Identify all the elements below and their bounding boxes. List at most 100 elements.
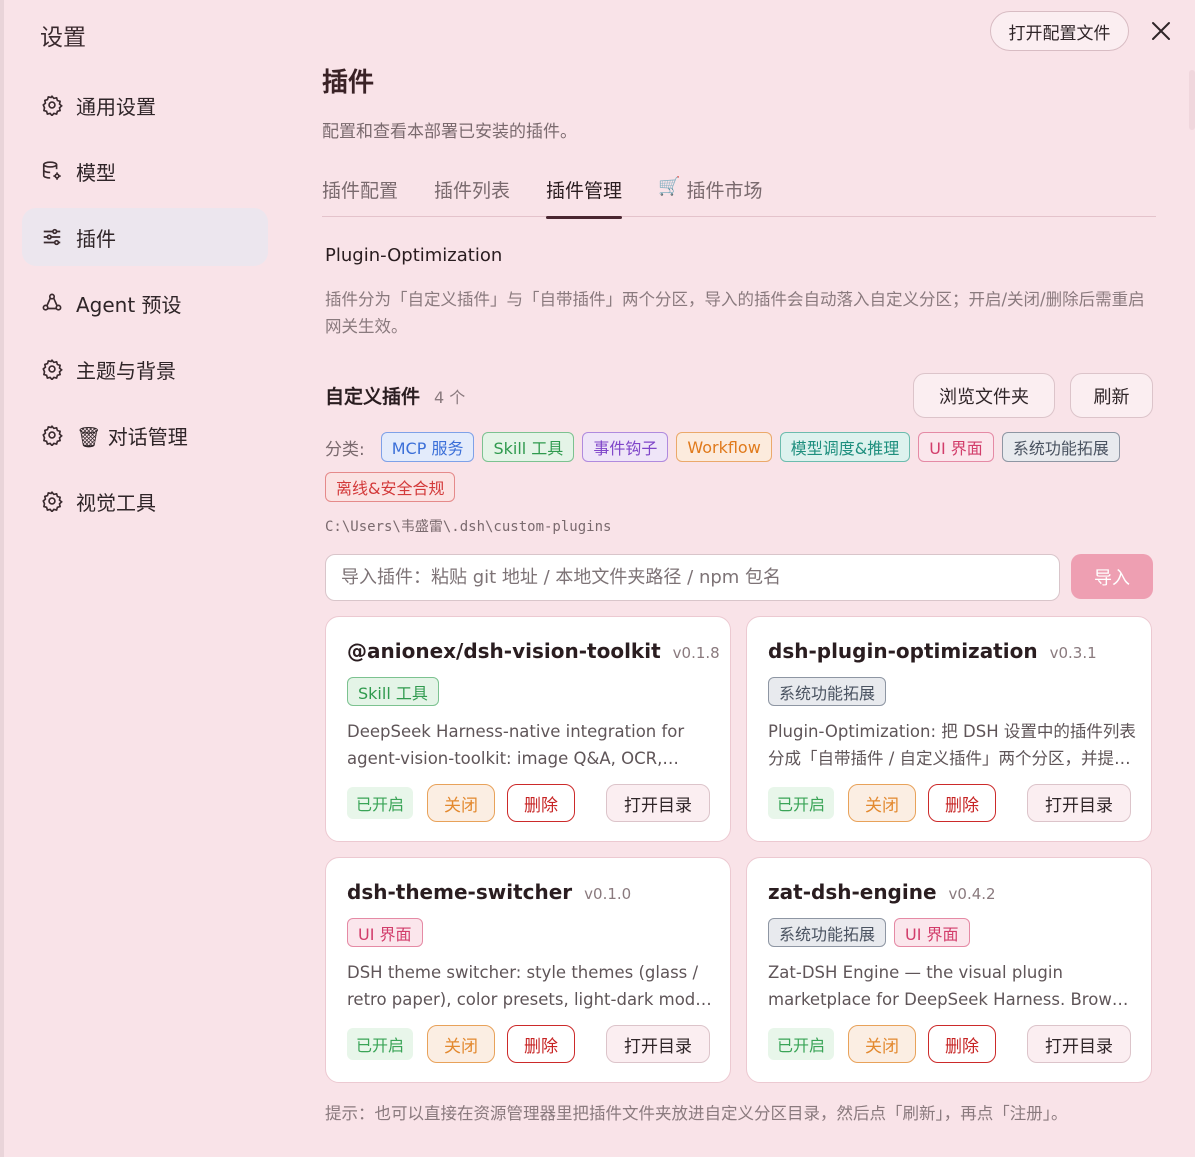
- plugin-description: Zat-DSH Engine — the visual plugin marke…: [768, 963, 1136, 1009]
- plugin-description: Plugin-Optimization: 把 DSH 设置中的插件列表分成「自带…: [768, 722, 1136, 768]
- sidebar-item-conversation[interactable]: 🗑 对话管理: [22, 406, 268, 464]
- category-chip-model-scheduling[interactable]: 模型调度&推理: [779, 432, 911, 462]
- plugin-tag: UI 界面: [894, 918, 970, 947]
- database-gear-icon: [40, 159, 64, 183]
- import-button[interactable]: 导入: [1071, 554, 1153, 599]
- plugin-card: zat-dsh-engine v0.4.2 系统功能拓展 UI 界面 Zat-D…: [746, 857, 1152, 1083]
- delete-button[interactable]: 删除: [507, 1025, 575, 1063]
- category-label: 分类:: [325, 439, 365, 460]
- plugin-card: @anionex/dsh-vision-toolkit v0.1.8 Skill…: [325, 616, 731, 842]
- cart-icon: 🛒: [658, 176, 681, 197]
- disable-button[interactable]: 关闭: [848, 784, 916, 822]
- disable-button[interactable]: 关闭: [427, 784, 495, 822]
- sidebar-item-label: Agent 预设: [76, 292, 182, 317]
- delete-button[interactable]: 删除: [507, 784, 575, 822]
- page-description: 配置和查看本部署已安装的插件。: [322, 122, 577, 142]
- plugin-card-header: zat-dsh-engine v0.4.2: [768, 880, 996, 904]
- open-directory-button[interactable]: 打开目录: [1027, 784, 1131, 822]
- plugin-actions: 已开启 关闭 删除 打开目录: [768, 1025, 1131, 1063]
- category-chip-hooks[interactable]: 事件钩子: [582, 432, 669, 462]
- plugin-tag: 系统功能拓展: [768, 918, 887, 947]
- category-chip-workflow[interactable]: Workflow: [676, 432, 772, 462]
- tab-label: 插件列表: [434, 180, 511, 202]
- plugin-version: v0.1.8: [672, 644, 720, 662]
- delete-button[interactable]: 删除: [928, 1025, 996, 1063]
- plugin-description: DSH theme switcher: style themes (glass …: [347, 963, 706, 1009]
- sidebar-item-theme[interactable]: 主题与背景: [22, 340, 268, 398]
- custom-plugins-title: 自定义插件: [325, 386, 421, 408]
- delete-button[interactable]: 删除: [928, 784, 996, 822]
- custom-plugins-count: 4 个: [434, 388, 466, 407]
- page-title: 插件: [322, 68, 375, 98]
- status-badge: 已开启: [768, 1028, 835, 1060]
- plugin-card-header: dsh-plugin-optimization v0.3.1: [768, 639, 1097, 663]
- category-chip-mcp[interactable]: MCP 服务: [380, 432, 475, 462]
- status-badge: 已开启: [347, 787, 414, 819]
- plugin-tag: 系统功能拓展: [768, 677, 887, 706]
- open-directory-button[interactable]: 打开目录: [606, 784, 710, 822]
- plugin-actions: 已开启 关闭 删除 打开目录: [768, 784, 1131, 822]
- gear-icon: [40, 489, 64, 513]
- section-description: 插件分为「自定义插件」与「自带插件」两个分区，导入的插件会自动落入自定义分区；开…: [325, 290, 1145, 336]
- custom-plugins-header: 自定义插件 4 个: [325, 382, 465, 409]
- hint-text: 提示：也可以直接在资源管理器里把插件文件夹放进自定义分区目录，然后点「刷新」，再…: [325, 1104, 1068, 1123]
- tab-label: 插件配置: [322, 180, 399, 202]
- close-button[interactable]: [1146, 16, 1176, 46]
- plugin-tag: UI 界面: [347, 918, 423, 947]
- plugin-version: v0.4.2: [948, 885, 996, 903]
- tab-bar: 插件配置 插件列表 插件管理 🛒 插件市场: [322, 170, 1156, 219]
- plugin-actions: 已开启 关闭 删除 打开目录: [347, 1025, 710, 1063]
- tab-plugin-config[interactable]: 插件配置: [322, 170, 398, 217]
- open-config-button[interactable]: 打开配置文件: [990, 11, 1129, 51]
- category-chip-system[interactable]: 系统功能拓展: [1001, 432, 1120, 462]
- category-chip-ui[interactable]: UI 界面: [918, 432, 994, 462]
- open-directory-button[interactable]: 打开目录: [1027, 1025, 1131, 1063]
- plugin-name: @anionex/dsh-vision-toolkit: [347, 639, 661, 663]
- category-chip-offline-security[interactable]: 离线&安全合规: [325, 472, 456, 502]
- sidebar-item-label: 通用设置: [76, 94, 156, 119]
- category-filter: 分类: MCP 服务 Skill 工具 事件钩子 Workflow 模型调度&推…: [325, 432, 1155, 502]
- disable-button[interactable]: 关闭: [848, 1025, 916, 1063]
- tab-plugin-list[interactable]: 插件列表: [434, 170, 510, 217]
- tab-plugin-management[interactable]: 插件管理: [546, 170, 623, 219]
- plugin-card-header: @anionex/dsh-vision-toolkit v0.1.8: [347, 639, 720, 663]
- plugin-actions: 已开启 关闭 删除 打开目录: [347, 784, 710, 822]
- tab-label: 插件市场: [686, 180, 763, 202]
- import-plugin-input[interactable]: [325, 554, 1060, 601]
- sidebar-item-label: 模型: [76, 160, 116, 185]
- sidebar-item-model[interactable]: 模型: [22, 142, 268, 200]
- open-directory-button[interactable]: 打开目录: [606, 1025, 710, 1063]
- sidebar: 通用设置 模型 插件 Agent 预设 主题与背景 🗑 对话管理 视觉工具: [22, 76, 268, 538]
- plugin-name: dsh-plugin-optimization: [768, 639, 1038, 663]
- sidebar-item-agent-preset[interactable]: Agent 预设: [22, 274, 268, 332]
- disable-button[interactable]: 关闭: [427, 1025, 495, 1063]
- gear-icon: [40, 357, 64, 381]
- plugin-description: DeepSeek Harness-native integration for …: [347, 722, 685, 768]
- plugin-card: dsh-theme-switcher v0.1.0 UI 界面 DSH them…: [325, 857, 731, 1083]
- scrollbar[interactable]: [1189, 70, 1195, 130]
- sliders-icon: [40, 225, 64, 249]
- browse-folder-button[interactable]: 浏览文件夹: [913, 373, 1055, 418]
- tab-plugin-market[interactable]: 🛒 插件市场: [658, 170, 762, 217]
- sidebar-item-label: 视觉工具: [76, 490, 156, 515]
- agent-icon: [40, 291, 64, 315]
- settings-window: 设置 通用设置 模型 插件 Agent 预设 主题与背景 🗑 对话管理 视觉工具…: [0, 0, 1195, 1157]
- plugin-tags: UI 界面: [347, 918, 431, 947]
- sidebar-item-label: 🗑 对话管理: [76, 424, 188, 449]
- sidebar-item-label: 插件: [76, 226, 116, 251]
- window-edge: [0, 0, 4, 1157]
- plugin-tags: 系统功能拓展 UI 界面: [768, 918, 978, 947]
- status-badge: 已开启: [768, 787, 835, 819]
- settings-title: 设置: [40, 25, 86, 51]
- sidebar-item-plugins[interactable]: 插件: [22, 208, 268, 266]
- plugin-version: v0.1.0: [584, 885, 632, 903]
- plugin-name: zat-dsh-engine: [768, 880, 937, 904]
- sidebar-item-vision[interactable]: 视觉工具: [22, 472, 268, 530]
- refresh-button[interactable]: 刷新: [1070, 373, 1153, 418]
- status-badge: 已开启: [347, 1028, 414, 1060]
- sidebar-item-general[interactable]: 通用设置: [22, 76, 268, 134]
- plugin-card-header: dsh-theme-switcher v0.1.0: [347, 880, 631, 904]
- custom-plugins-path: C:\Users\韦盛雷\.dsh\custom-plugins: [325, 519, 612, 535]
- category-chip-skill[interactable]: Skill 工具: [482, 432, 575, 462]
- sidebar-item-label: 主题与背景: [76, 358, 176, 383]
